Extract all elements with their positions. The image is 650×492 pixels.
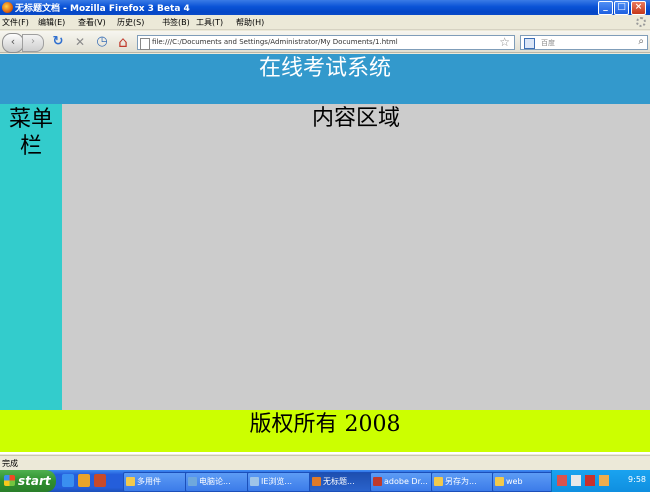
adobe-icon — [373, 477, 382, 486]
web-page: 在线考试系统 菜单栏 内容区域 版权所有 2008 — [0, 54, 650, 454]
menu-bookmarks[interactable]: 书签(B) — [162, 17, 190, 28]
page-footer: 版权所有 2008 — [0, 410, 650, 452]
search-placeholder[interactable]: 百度 — [541, 38, 555, 48]
search-box[interactable]: 百度 ⌕ — [520, 35, 648, 50]
throbber-icon — [636, 17, 646, 27]
browser-icon — [188, 477, 197, 486]
windows-logo-icon — [4, 475, 15, 486]
home-icon[interactable]: ⌂ — [115, 34, 131, 50]
address-bar[interactable]: file:///C:/Documents and Settings/Admini… — [137, 35, 515, 50]
content-area: 内容区域 — [62, 104, 650, 410]
bookmark-star-icon[interactable]: ☆ — [499, 35, 510, 49]
close-window-button[interactable]: × — [631, 1, 646, 15]
stop-icon[interactable]: ✕ — [72, 34, 88, 50]
maximize-button[interactable]: □ — [614, 1, 629, 15]
start-button[interactable]: start — [0, 470, 56, 492]
clock: 9:58 — [628, 475, 646, 484]
back-button[interactable]: ‹ — [2, 33, 24, 53]
history-icon[interactable]: ◷ — [94, 34, 110, 50]
tray-user-icon[interactable] — [599, 475, 609, 486]
search-icon[interactable]: ⌕ — [638, 36, 644, 47]
page-icon — [140, 38, 150, 50]
quicklaunch-user-icon[interactable] — [94, 474, 106, 487]
status-bar: 完成 — [0, 455, 650, 470]
menu-edit[interactable]: 编辑(E) — [38, 17, 65, 28]
system-tray: 9:58 — [551, 470, 650, 492]
browser-icon — [250, 477, 259, 486]
page-header: 在线考试系统 — [0, 54, 650, 104]
navigation-toolbar: ‹ › ↻ ✕ ◷ ⌂ file:///C:/Documents and Set… — [0, 31, 650, 53]
quicklaunch-ie-icon[interactable] — [62, 474, 74, 487]
tray-security-icon[interactable] — [585, 475, 595, 486]
folder-icon — [126, 477, 135, 486]
taskbar: start 多用件 电脑论... IE浏览... 无标题... adobe Dr… — [0, 470, 650, 492]
folder-icon — [434, 477, 443, 486]
reload-icon[interactable]: ↻ — [50, 34, 66, 50]
search-engine-icon[interactable] — [524, 38, 535, 49]
minimize-button[interactable]: _ — [598, 1, 613, 15]
menu-bar: 文件(F) 编辑(E) 查看(V) 历史(S) 书签(B) 工具(T) 帮助(H… — [0, 15, 650, 30]
forward-button[interactable]: › — [22, 34, 44, 52]
menu-view[interactable]: 查看(V) — [78, 17, 106, 28]
folder-icon — [495, 477, 504, 486]
status-text: 完成 — [2, 459, 18, 468]
quicklaunch-media-icon[interactable] — [78, 474, 90, 487]
window-title-bar[interactable]: 无标题文档 - Mozilla Firefox 3 Beta 4 _ □ × — [0, 0, 650, 15]
sidebar-menu: 菜单栏 — [0, 104, 62, 410]
firefox-icon — [2, 2, 13, 13]
window-title: 无标题文档 - Mozilla Firefox 3 Beta 4 — [15, 4, 190, 14]
start-label: start — [18, 474, 51, 488]
menu-help[interactable]: 帮助(H) — [236, 17, 264, 28]
tray-network-icon[interactable] — [571, 475, 581, 486]
tray-app-icon[interactable] — [557, 475, 567, 486]
menu-history[interactable]: 历史(S) — [117, 17, 144, 28]
menu-file[interactable]: 文件(F) — [2, 17, 29, 28]
menu-tools[interactable]: 工具(T) — [196, 17, 223, 28]
url-text[interactable]: file:///C:/Documents and Settings/Admini… — [152, 38, 398, 46]
firefox-icon — [312, 477, 321, 486]
